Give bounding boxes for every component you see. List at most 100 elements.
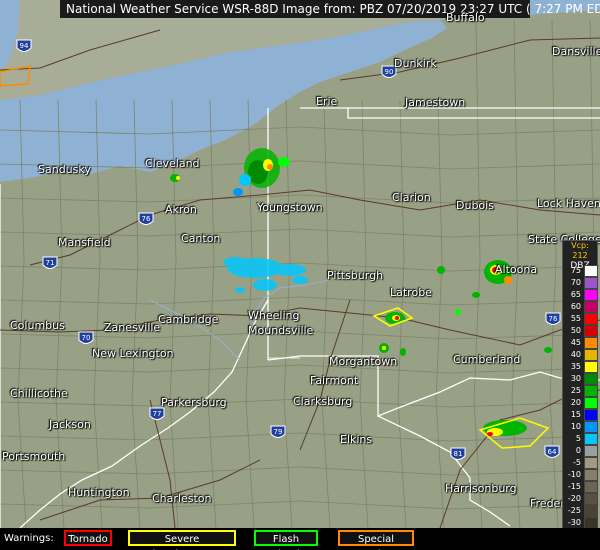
legend-swatch bbox=[584, 349, 598, 361]
highway-shield: 76 bbox=[138, 212, 154, 225]
place-label: Portsmouth bbox=[2, 450, 66, 463]
legend-swatch bbox=[584, 313, 598, 325]
place-label: New Lexington bbox=[92, 347, 174, 360]
legend-entry-label: -5 bbox=[573, 458, 581, 467]
legend-entry: -30 bbox=[565, 517, 598, 529]
legend-entry: 5 bbox=[565, 433, 598, 445]
legend-swatch bbox=[584, 325, 598, 337]
legend-entry: 45 bbox=[565, 337, 598, 349]
place-label: Parkersburg bbox=[161, 396, 227, 409]
legend-entry: 30 bbox=[565, 373, 598, 385]
place-label: Dansville bbox=[552, 45, 600, 58]
legend-swatch bbox=[584, 421, 598, 433]
place-label: Charleston bbox=[152, 492, 212, 505]
legend-entry-label: 5 bbox=[575, 434, 581, 443]
legend-entry-label: 70 bbox=[570, 278, 581, 287]
highway-shield: 77 bbox=[149, 407, 165, 420]
legend-entry-label: 30 bbox=[570, 374, 581, 383]
warnings-label: Warnings: bbox=[4, 533, 54, 544]
legend-entry-label: 75 bbox=[570, 266, 581, 275]
legend-entry: 15 bbox=[565, 409, 598, 421]
highway-shield-label: 64 bbox=[548, 448, 557, 456]
place-label: Pittsburgh bbox=[327, 269, 384, 282]
legend-entry-label: 10 bbox=[570, 422, 581, 431]
legend-entry-label: -30 bbox=[567, 518, 581, 527]
legend-entry-label: 15 bbox=[570, 410, 581, 419]
legend-entry: 55 bbox=[565, 313, 598, 325]
legend-entry-label: -15 bbox=[567, 482, 581, 491]
highway-shield-label: 90 bbox=[385, 68, 394, 76]
place-label: Erie bbox=[316, 95, 338, 108]
legend-entry-label: -20 bbox=[567, 494, 581, 503]
legend-swatch bbox=[584, 265, 598, 277]
highway-shield-label: 79 bbox=[274, 428, 283, 436]
place-label: Wheeling bbox=[248, 309, 300, 322]
legend-swatch bbox=[584, 373, 598, 385]
highway-shield: 64 bbox=[544, 445, 560, 458]
warning-flash-flood[interactable]: Flash Flood bbox=[254, 530, 318, 550]
legend-swatch bbox=[584, 505, 598, 517]
place-label: Clarksburg bbox=[293, 395, 353, 408]
place-label: Sandusky bbox=[38, 163, 91, 176]
place-label: Clarion bbox=[392, 191, 431, 204]
legend-entry: 70 bbox=[565, 277, 598, 289]
highway-shield: 81 bbox=[450, 447, 466, 460]
place-label: Columbus bbox=[10, 319, 65, 332]
place-label: Buffalo bbox=[446, 11, 485, 24]
legend-swatch bbox=[584, 433, 598, 445]
warning-severe-thunderstorm[interactable]: Severe Thunderstorm bbox=[128, 530, 236, 550]
place-label: Akron bbox=[165, 203, 197, 216]
place-label: Chillicothe bbox=[10, 387, 68, 400]
legend-swatch bbox=[584, 385, 598, 397]
legend-swatch bbox=[584, 445, 598, 457]
legend-swatch bbox=[584, 493, 598, 505]
legend-entry: 25 bbox=[565, 385, 598, 397]
legend-swatch bbox=[584, 481, 598, 493]
legend-swatch bbox=[584, 337, 598, 349]
legend-swatch bbox=[584, 457, 598, 469]
place-label: Dubois bbox=[456, 199, 494, 212]
legend-swatch bbox=[584, 361, 598, 373]
legend-entry-label: 0 bbox=[575, 446, 581, 455]
legend-entry-label: -25 bbox=[567, 506, 581, 515]
legend-entry-label: 25 bbox=[570, 386, 581, 395]
radar-viewer: 94 90 76 71 70 77 79 81 76 64 National Weather Se… bbox=[0, 0, 600, 550]
highway-shield-label: 77 bbox=[153, 410, 162, 418]
legend-entry-label: -10 bbox=[567, 470, 581, 479]
legend-entry: 40 bbox=[565, 349, 598, 361]
dbz-legend: Vcp: 212 DBZ 75 70 65 60 55 50 45 40 35 30 25 20 15 1… bbox=[562, 240, 598, 545]
place-label: Jamestown bbox=[405, 96, 466, 109]
place-label: Harrisonburg bbox=[445, 482, 517, 495]
legend-entry: 10 bbox=[565, 421, 598, 433]
highway-shield-label: 81 bbox=[454, 450, 463, 458]
warning-special-marine[interactable]: Special Marine bbox=[338, 530, 414, 550]
place-label: Huntington bbox=[68, 486, 130, 499]
place-label: Cambridge bbox=[158, 313, 219, 326]
legend-vcp: Vcp: 212 bbox=[571, 241, 589, 260]
legend-entry-label: 65 bbox=[570, 290, 581, 299]
highway-shield: 79 bbox=[270, 425, 286, 438]
legend-entry: 0 bbox=[565, 445, 598, 457]
legend-swatch bbox=[584, 277, 598, 289]
place-label: Mansfield bbox=[58, 236, 111, 249]
highway-shield-label: 71 bbox=[46, 259, 55, 267]
legend-entry: 75 bbox=[565, 265, 598, 277]
highway-shield-label: 76 bbox=[142, 215, 151, 223]
place-label: Zanesville bbox=[104, 321, 161, 334]
highway-shield: 71 bbox=[42, 256, 58, 269]
place-label: Youngstown bbox=[257, 201, 323, 214]
legend-entry: -5 bbox=[565, 457, 598, 469]
place-label: Moundsville bbox=[248, 324, 314, 337]
legend-entry: 50 bbox=[565, 325, 598, 337]
place-label: Elkins bbox=[340, 433, 373, 446]
legend-entry: -25 bbox=[565, 505, 598, 517]
highway-shield: 70 bbox=[78, 331, 94, 344]
legend-entry-label: 20 bbox=[570, 398, 581, 407]
highway-shield-label: 94 bbox=[20, 42, 29, 50]
legend-entry-label: 50 bbox=[570, 326, 581, 335]
warning-tornado[interactable]: Tornado bbox=[64, 530, 112, 546]
legend-entry: 20 bbox=[565, 397, 598, 409]
legend-entry-label: 45 bbox=[570, 338, 581, 347]
legend-swatch bbox=[584, 469, 598, 481]
place-label: Dunkirk bbox=[394, 57, 437, 70]
